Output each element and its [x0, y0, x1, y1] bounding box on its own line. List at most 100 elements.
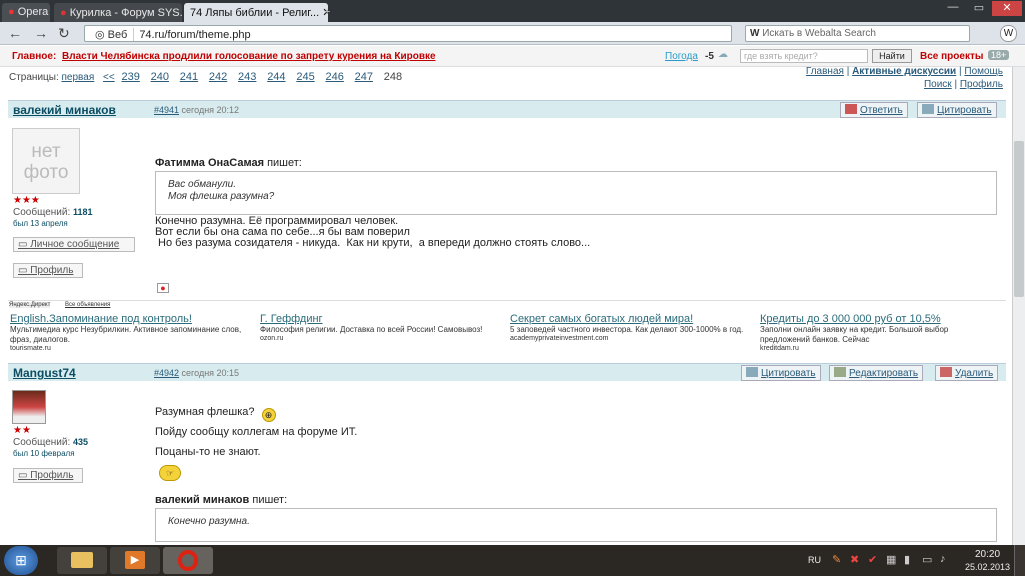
news-search-input[interactable]: где взять кредит?	[740, 49, 868, 63]
tab-lyapy[interactable]: 74 Ляпы библии - Религ... ✕	[184, 3, 328, 22]
tray-icon[interactable]: ✖	[850, 553, 859, 566]
pm-label: Личное сообщение	[30, 239, 120, 250]
age-badge: 18+	[988, 50, 1010, 60]
pointing-smiley-icon: ☞	[159, 465, 181, 481]
quote-line: Конечно разумна.	[168, 516, 250, 527]
tab-label: Курилка - Форум SYS...	[69, 7, 182, 19]
ad-title[interactable]: English.Запоминание под контроль!	[10, 313, 250, 325]
page-link[interactable]: 244	[267, 71, 285, 83]
all-projects-link[interactable]: Все проекты	[920, 51, 983, 62]
quote-author: валекий минаков	[155, 494, 250, 506]
active-discussions-link[interactable]: Активные дискуссии	[852, 66, 956, 77]
minimize-icon[interactable]: —	[940, 1, 966, 16]
new-tab-button[interactable]: +	[318, 3, 336, 22]
body-line: Разумная флешка? ⊕	[155, 406, 276, 422]
opera-menu-button[interactable]: ● Opera	[2, 3, 50, 22]
cloud-icon: ☁	[718, 49, 728, 60]
reload-icon[interactable]: ↻	[58, 25, 70, 42]
quote-button[interactable]: Цитировать	[917, 102, 997, 118]
language-indicator[interactable]: RU	[808, 555, 821, 565]
profile-button[interactable]: ▭ Профиль	[13, 263, 83, 278]
news-label: Главное:	[12, 51, 57, 62]
url-text: 74.ru/forum/theme.php	[139, 29, 251, 41]
message-count: Сообщений: 435	[13, 437, 88, 448]
opera-taskbar-icon[interactable]	[163, 547, 213, 574]
edit-button[interactable]: Редактировать	[829, 365, 924, 381]
page-link[interactable]: 247	[355, 71, 373, 83]
yandex-direct-label: Яндекс.Директ	[9, 302, 51, 308]
all-ads-link[interactable]: Все объявления	[65, 302, 110, 308]
post-number-link[interactable]: #4941	[154, 105, 179, 115]
profile-button[interactable]: ▭ Профиль	[13, 468, 83, 483]
writes-label: пишет:	[252, 494, 288, 506]
wallet-icon[interactable]: W	[1000, 25, 1017, 42]
ads-divider	[8, 300, 1006, 301]
address-bar[interactable]: ◎ Веб 74.ru/forum/theme.php	[84, 25, 732, 42]
quote-icon	[746, 367, 758, 377]
ad-title[interactable]: Кредиты до 3 000 000 руб от 10,5%	[760, 313, 1000, 325]
media-player-taskbar-icon[interactable]: ▶	[110, 547, 160, 574]
profile-link[interactable]: Профиль	[960, 79, 1003, 90]
network-icon[interactable]: ▮	[904, 553, 910, 566]
page-link[interactable]: 240	[151, 71, 169, 83]
folder-icon	[71, 552, 93, 568]
page-link[interactable]: 245	[296, 71, 314, 83]
back-icon[interactable]: ←	[8, 25, 22, 41]
tray-icon[interactable]: ✎	[832, 553, 841, 566]
post-author[interactable]: Mangust74	[13, 366, 76, 380]
close-window-icon[interactable]: ✕	[992, 1, 1022, 16]
post-author[interactable]: валекий минаков	[13, 103, 116, 117]
volume-icon[interactable]: ♪	[940, 553, 946, 565]
page-first-link[interactable]: первая	[62, 72, 95, 83]
page-link[interactable]: 243	[238, 71, 256, 83]
help-link[interactable]: Помощь	[964, 66, 1003, 77]
report-icon[interactable]: ●	[157, 283, 169, 293]
scrollbar[interactable]	[1012, 67, 1025, 545]
ad-title[interactable]: Г. Геффдинг	[260, 313, 500, 325]
tab-kurilka[interactable]: ● Курилка - Форум SYS... ✕	[54, 3, 182, 22]
tray-icon[interactable]: ▦	[886, 553, 896, 566]
clock-date[interactable]: 25.02.2013	[965, 562, 1010, 572]
reply-button[interactable]: Ответить	[840, 102, 908, 118]
page-link[interactable]: 242	[209, 71, 227, 83]
ad-url[interactable]: kreditdam.ru	[760, 345, 1000, 352]
private-message-button[interactable]: ▭ Личное сообщение	[13, 237, 135, 252]
ad-url[interactable]: ozon.ru	[260, 335, 500, 342]
main-link[interactable]: Главная	[806, 66, 844, 77]
explorer-taskbar-icon[interactable]	[57, 547, 107, 574]
msgs-value: 1181	[73, 207, 93, 217]
tray-icon[interactable]: ✔	[868, 553, 877, 566]
pagination: Страницы: первая << 239 240 241 242 243 …	[9, 71, 402, 83]
quote-button[interactable]: Цитировать	[741, 365, 821, 381]
delete-button[interactable]: Удалить	[935, 365, 999, 381]
weather-link[interactable]: Погода	[665, 51, 698, 62]
ad-url[interactable]: tourismate.ru	[10, 345, 250, 352]
post-number-link[interactable]: #4942	[154, 368, 179, 378]
browser-tab-bar: ● Opera ● Курилка - Форум SYS... ✕ 74 Ля…	[0, 0, 1025, 22]
ad-title[interactable]: Секрет самых богатых людей мира!	[510, 313, 750, 325]
page-prev-link[interactable]: <<	[103, 72, 115, 83]
page-link[interactable]: 246	[325, 71, 343, 83]
news-search-button[interactable]: Найти	[872, 49, 912, 63]
scrollbar-thumb[interactable]	[1014, 141, 1024, 297]
ad-url[interactable]: academyprivateinvestment.com	[510, 335, 750, 342]
navigation-bar: ← → ↻ ◎ Веб74.ru/forum/theme.php ◐ ▼ W И…	[0, 22, 1025, 59]
opera-icon	[178, 550, 198, 571]
start-button[interactable]: ⊞	[4, 546, 38, 575]
news-headline[interactable]: Власти Челябинска продлили голосование п…	[62, 51, 436, 62]
post-date: сегодня 20:15	[181, 368, 240, 378]
profile-label: Профиль	[30, 265, 74, 276]
delete-icon	[940, 367, 952, 377]
search-input[interactable]: W Искать в Webalta Search	[745, 25, 970, 42]
clock-time[interactable]: 20:20	[975, 549, 1000, 560]
page-link[interactable]: 239	[121, 71, 139, 83]
quote-block: Вас обманули. Моя флешка разумна?	[155, 171, 997, 215]
monitor-icon[interactable]: ▭	[922, 553, 932, 566]
post-header: валекий минаков #4941 сегодня 20:12 Отве…	[8, 100, 1006, 118]
msgs-label: Сообщений:	[13, 207, 71, 218]
show-desktop-button[interactable]	[1014, 545, 1025, 576]
search-link[interactable]: Поиск	[924, 79, 952, 90]
page-link[interactable]: 241	[180, 71, 198, 83]
maximize-icon[interactable]: ▭	[966, 1, 992, 16]
forward-icon[interactable]: →	[34, 25, 48, 41]
